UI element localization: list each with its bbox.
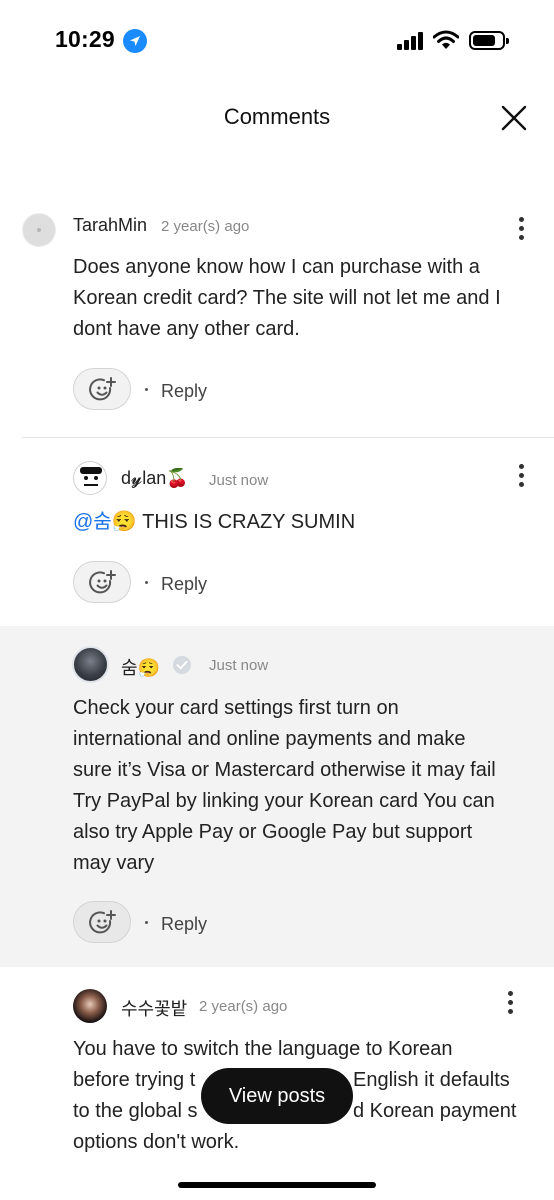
more-options-button[interactable] (501, 988, 521, 1018)
separator-dot (145, 388, 148, 391)
avatar[interactable] (72, 646, 109, 683)
comment-item: 수수꽃밭 2 year(s) ago You have to switch th… (0, 967, 554, 1167)
username[interactable]: d𝔂lan🍒 (121, 468, 189, 489)
comment-text-fragment: English it defaults (353, 1069, 510, 1091)
add-emoji-icon (89, 910, 116, 934)
divider (22, 437, 554, 438)
comment-item-highlighted: 숨😮‍💨 Just now Check your card settings f… (0, 626, 554, 967)
mention-link[interactable]: @숨😮‍💨 (73, 511, 137, 533)
view-posts-button[interactable]: View posts (201, 1068, 353, 1124)
home-indicator (178, 1182, 376, 1188)
add-reaction-button[interactable] (73, 368, 131, 410)
cellular-signal-icon (397, 32, 425, 50)
more-options-button[interactable] (512, 214, 532, 244)
timestamp: 2 year(s) ago (161, 218, 250, 235)
avatar[interactable] (22, 213, 56, 247)
comment-item: d𝔂lan🍒 Just now @숨😮‍💨 THIS IS CRAZY SUMI… (0, 440, 554, 626)
page-title: Comments (223, 104, 331, 129)
add-reaction-button[interactable] (73, 901, 131, 943)
close-button[interactable] (499, 103, 529, 133)
location-arrow-icon (123, 29, 147, 53)
separator-dot (145, 581, 148, 584)
comment-text: Check your card settings first turn on i… (73, 697, 496, 874)
avatar[interactable] (73, 461, 107, 495)
username[interactable]: 숨😮‍💨 (121, 654, 160, 680)
reply-button[interactable]: Reply (161, 914, 207, 935)
reply-button[interactable]: Reply (161, 574, 207, 595)
wifi-icon (433, 30, 459, 49)
comment-text-fragment: d Korean payment (353, 1100, 517, 1122)
status-bar: 10:29 (0, 0, 554, 84)
comment-text: @숨😮‍💨 THIS IS CRAZY SUMIN (73, 511, 356, 533)
separator-dot (145, 921, 148, 924)
timestamp: Just now (209, 472, 269, 489)
battery-icon (469, 31, 509, 50)
comment-text: Does anyone know how I can purchase with… (73, 256, 501, 340)
comment-item: TarahMin 2 year(s) ago Does anyone know … (0, 190, 554, 440)
timestamp: 2 year(s) ago (199, 998, 288, 1015)
avatar-face-icon (80, 467, 102, 486)
status-time: 10:29 (55, 26, 115, 52)
verified-badge-icon (173, 656, 191, 674)
close-icon (501, 105, 527, 131)
add-emoji-icon (89, 377, 116, 401)
timestamp: Just now (209, 657, 269, 674)
add-emoji-icon (89, 570, 116, 594)
username[interactable]: TarahMin (73, 215, 147, 236)
more-options-button[interactable] (512, 461, 532, 491)
username[interactable]: 수수꽃밭 (121, 995, 187, 1021)
reply-button[interactable]: Reply (161, 381, 207, 402)
add-reaction-button[interactable] (73, 561, 131, 603)
avatar[interactable] (73, 989, 107, 1023)
